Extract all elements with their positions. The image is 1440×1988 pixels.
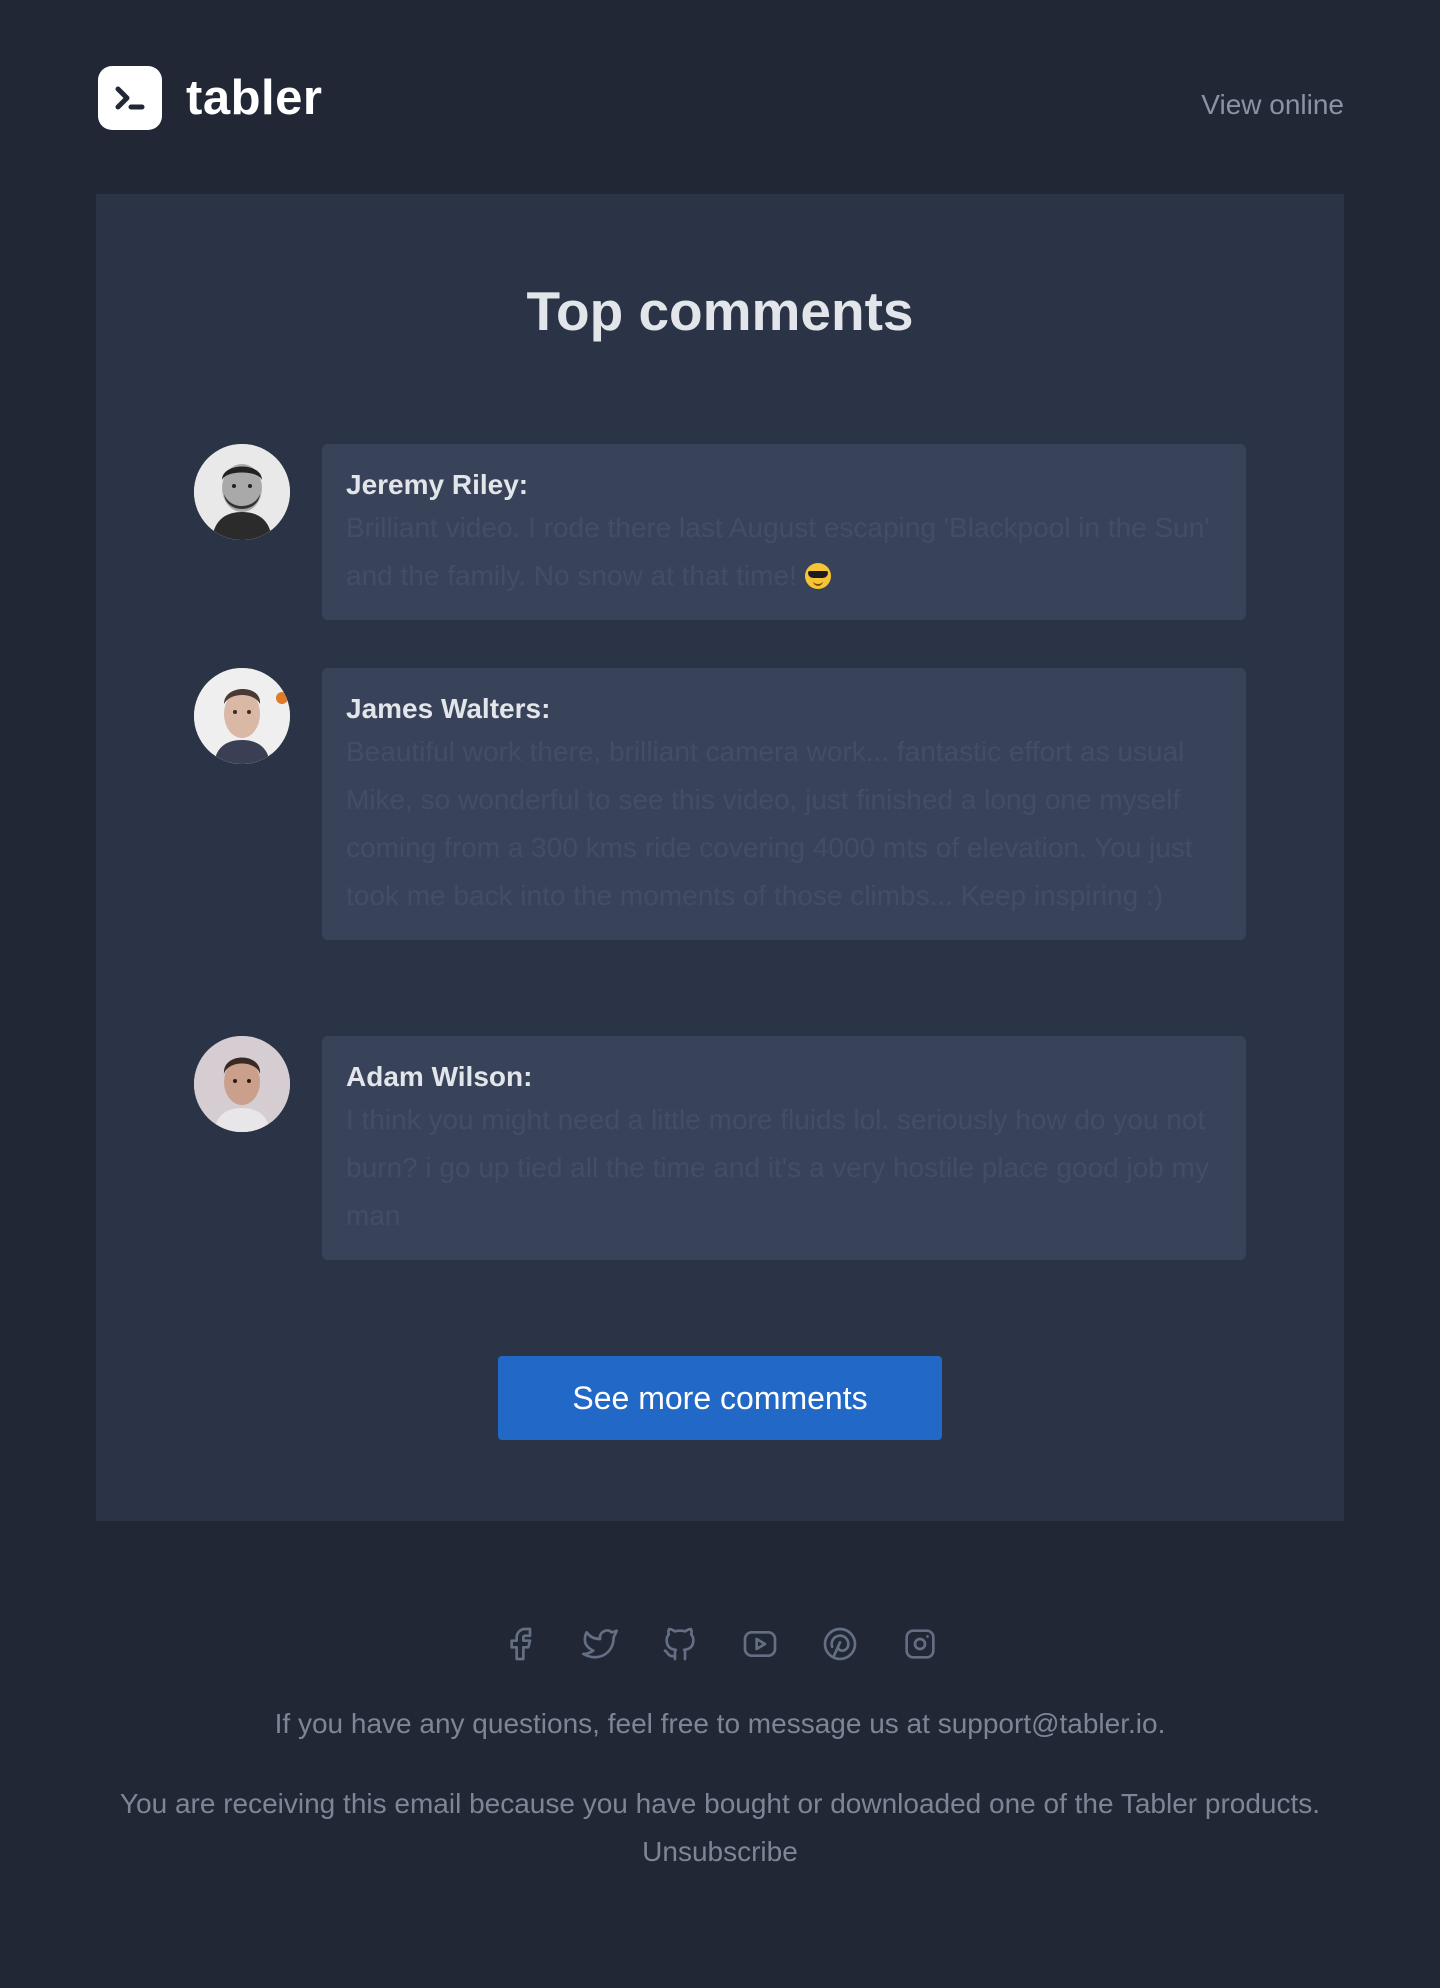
footer-questions: If you have any questions, feel free to …	[274, 1708, 1166, 1739]
support-email-link[interactable]: support@tabler.io	[938, 1708, 1158, 1739]
view-online-link[interactable]: View online	[1201, 88, 1344, 122]
comment-bubble: James Walters: Beautiful work there, bri…	[322, 668, 1246, 940]
youtube-icon[interactable]	[740, 1620, 780, 1668]
see-more-comments-button[interactable]: See more comments	[498, 1356, 942, 1440]
twitter-icon[interactable]	[580, 1620, 620, 1668]
facebook-icon[interactable]	[500, 1620, 540, 1668]
unsubscribe-link[interactable]: Unsubscribe	[642, 1836, 798, 1867]
avatar	[194, 444, 290, 540]
email-header: tabler View online	[0, 0, 1440, 194]
comment-author: Jeremy Riley:	[346, 469, 529, 500]
footer-receiving-notice: You are receiving this email because you…	[119, 1788, 1321, 1867]
tabler-logo-icon	[98, 66, 162, 130]
page-title: Top comments	[526, 280, 914, 342]
comment-bubble: Jeremy Riley: Brilliant video. I rode th…	[322, 444, 1246, 620]
instagram-icon[interactable]	[900, 1620, 940, 1668]
comment-author: Adam Wilson:	[346, 1061, 533, 1092]
comment-text: Beautiful work there, brilliant camera w…	[346, 736, 1193, 911]
comment-author: James Walters:	[346, 693, 551, 724]
avatar	[194, 1036, 290, 1132]
comment-text: Brilliant video. I rode there last Augus…	[346, 512, 1210, 591]
pinterest-icon[interactable]	[820, 1620, 860, 1668]
social-links	[0, 1620, 1440, 1668]
brand-name: tabler	[186, 71, 323, 125]
avatar	[194, 668, 290, 764]
comment-bubble: Adam Wilson: I think you might need a li…	[322, 1036, 1246, 1260]
comment-text: I think you might need a little more flu…	[346, 1104, 1209, 1231]
github-icon[interactable]	[660, 1620, 700, 1668]
tabler-logo[interactable]: tabler	[98, 66, 322, 130]
sunglasses-emoji-icon	[804, 563, 831, 589]
